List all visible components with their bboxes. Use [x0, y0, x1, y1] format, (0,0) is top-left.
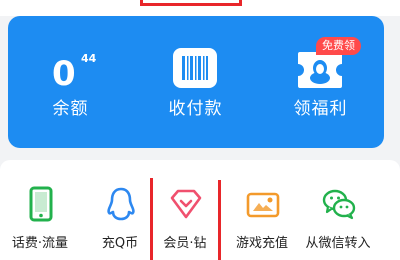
service-label: 话费·流量 — [11, 236, 69, 251]
barcode-icon — [173, 48, 217, 88]
benefits-label: 领福利 — [293, 99, 348, 119]
balance-superscript: 44 — [81, 52, 97, 65]
service-phone-data[interactable]: 话费·流量 — [0, 160, 80, 260]
service-wechat-transfer[interactable]: 从微信转入 — [298, 160, 378, 260]
services-grid: 话费·流量 充Q币 会员·钻 游戏充值 从微信转入 — [0, 160, 400, 260]
free-badge: 免费领 — [316, 37, 361, 55]
balance-value: 0 — [52, 54, 76, 94]
service-label: 游戏充值 — [235, 236, 288, 251]
service-game[interactable]: 游戏充值 — [222, 160, 302, 260]
pay-item[interactable]: 收付款 — [133, 16, 258, 148]
service-label: 从微信转入 — [305, 236, 371, 251]
red-annotation-mark-top — [140, 0, 242, 6]
wechat-icon — [321, 186, 357, 222]
ticket-icon — [296, 50, 344, 90]
wallet-card: 0 44 余额 收付款 免费领 领福利 — [8, 16, 384, 148]
game-icon — [245, 186, 281, 222]
benefits-item[interactable]: 免费领 领福利 — [258, 16, 383, 148]
red-annotation-mark-right — [218, 180, 221, 260]
service-vip[interactable]: 会员·钻 — [145, 160, 225, 260]
diamond-icon — [168, 186, 204, 222]
pay-label: 收付款 — [168, 99, 223, 119]
balance-label: 余额 — [52, 99, 89, 119]
phone-icon — [23, 186, 59, 222]
qq-penguin-icon — [103, 186, 139, 222]
service-label: 会员·钻 — [163, 236, 207, 251]
red-annotation-mark-left — [150, 178, 153, 260]
balance-item[interactable]: 0 44 余额 — [8, 16, 133, 148]
